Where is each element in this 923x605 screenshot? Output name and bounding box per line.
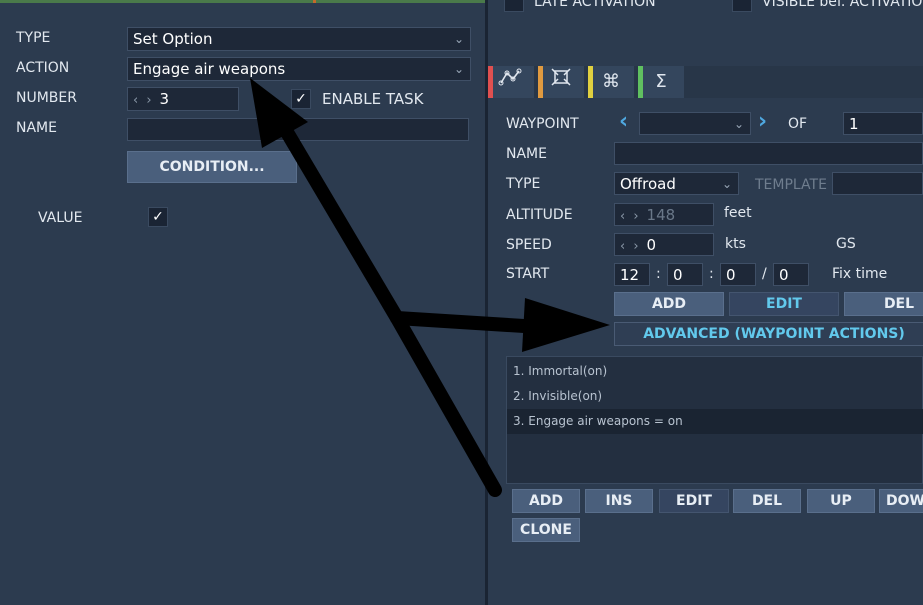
speed-label: SPEED: [506, 237, 552, 253]
wp-type-value: Offroad: [620, 175, 676, 193]
action-value: Engage air weapons: [133, 60, 286, 78]
wp-add-button[interactable]: ADD: [614, 292, 724, 316]
action-up-button[interactable]: UP: [807, 489, 875, 513]
wp-name-input[interactable]: [614, 142, 923, 165]
action-label: ACTION: [16, 60, 70, 76]
top-strip: [0, 0, 485, 3]
spin-arrows-icon[interactable]: ‹ ›: [620, 209, 641, 224]
template-input[interactable]: [832, 172, 923, 195]
list-item[interactable]: 1. Immortal(on): [507, 359, 923, 384]
condition-button[interactable]: CONDITION...: [127, 151, 297, 183]
type-label: TYPE: [16, 30, 51, 46]
start-label: START: [506, 266, 550, 282]
spin-arrows-icon[interactable]: ‹ ›: [133, 93, 154, 108]
name-label: NAME: [16, 120, 57, 136]
wp-edit-button[interactable]: EDIT: [729, 292, 839, 316]
gs-label: GS: [836, 236, 856, 252]
list-item[interactable]: 3. Engage air weapons = on: [507, 409, 923, 434]
wp-type-label: TYPE: [506, 176, 541, 192]
tab-route[interactable]: [488, 66, 534, 98]
chevron-down-icon: ⌄: [733, 117, 744, 131]
day-separator: /: [762, 266, 767, 282]
altitude-stepper[interactable]: ‹ › 148: [614, 203, 714, 226]
tab-triggers[interactable]: ⌘: [588, 66, 634, 98]
start-hours-input[interactable]: 12: [614, 263, 650, 286]
waypoint-count-field[interactable]: 1: [843, 112, 923, 135]
speed-value: 0: [646, 236, 657, 254]
waypoint-actions-list[interactable]: 1. Immortal(on) 2. Invisible(on) 3. Enga…: [506, 356, 923, 484]
altitude-label: ALTITUDE: [506, 207, 573, 223]
target-icon: [550, 68, 572, 92]
start-day-input[interactable]: 0: [773, 263, 809, 286]
sigma-icon: Σ: [655, 71, 667, 92]
start-minutes-input[interactable]: 0: [667, 263, 703, 286]
tab-color-bar: [638, 66, 643, 98]
top-strip-marker: [313, 0, 316, 3]
wp-del-button[interactable]: DEL: [844, 292, 923, 316]
tab-color-bar: [588, 66, 593, 98]
checkmark-icon: ✓: [152, 209, 164, 225]
value-label: VALUE: [38, 210, 83, 226]
fix-time-label: Fix time: [832, 266, 888, 282]
wp-name-label: NAME: [506, 146, 547, 162]
action-ins-button[interactable]: INS: [585, 489, 653, 513]
late-activation-checkbox[interactable]: [504, 0, 524, 12]
task-properties-panel: TYPE Set Option ⌄ ACTION Engage air weap…: [0, 0, 485, 605]
action-add-button[interactable]: ADD: [512, 489, 580, 513]
advanced-waypoint-actions-button[interactable]: ADVANCED (WAYPOINT ACTIONS): [614, 322, 923, 346]
chevron-left-icon[interactable]: ‹: [619, 109, 628, 134]
altitude-unit: feet: [724, 205, 752, 221]
time-separator: :: [709, 266, 714, 282]
altitude-value: 148: [646, 206, 676, 224]
wp-type-dropdown[interactable]: Offroad ⌄: [614, 172, 739, 195]
waypoint-dropdown[interactable]: ⌄: [639, 112, 751, 135]
checkmark-icon: ✓: [295, 91, 307, 107]
value-checkbox[interactable]: ✓: [148, 207, 168, 227]
action-down-button[interactable]: DOWN: [879, 489, 923, 513]
type-dropdown[interactable]: Set Option ⌄: [127, 27, 471, 51]
visible-activation-label: VISIBLE bef. ACTIVATION: [762, 0, 923, 10]
tab-color-bar: [538, 66, 543, 98]
template-label: TEMPLATE: [755, 177, 827, 193]
visible-activation-checkbox[interactable]: [732, 0, 752, 12]
speed-unit: kts: [725, 236, 746, 252]
time-separator: :: [656, 266, 661, 282]
enable-task-checkbox[interactable]: ✓: [291, 89, 311, 109]
chevron-down-icon: ⌄: [453, 32, 464, 46]
list-item[interactable]: 2. Invisible(on): [507, 384, 923, 409]
chevron-down-icon: ⌄: [721, 177, 732, 191]
action-edit-button[interactable]: EDIT: [659, 489, 729, 513]
command-icon: ⌘: [602, 71, 620, 92]
route-icon: [498, 68, 524, 91]
enable-task-label: ENABLE TASK: [322, 90, 424, 108]
number-label: NUMBER: [16, 90, 77, 106]
name-input[interactable]: [127, 118, 469, 141]
action-clone-button[interactable]: CLONE: [512, 518, 580, 542]
chevron-right-icon[interactable]: ›: [758, 109, 767, 134]
group-route-panel: LATE ACTIVATION VISIBLE bef. ACTIVATION …: [488, 0, 923, 605]
chevron-down-icon: ⌄: [453, 62, 464, 76]
type-value: Set Option: [133, 30, 213, 48]
waypoint-label: WAYPOINT: [506, 116, 579, 132]
late-activation-label: LATE ACTIVATION: [534, 0, 656, 10]
speed-stepper[interactable]: ‹ › 0: [614, 233, 714, 256]
tab-color-bar: [488, 66, 493, 98]
start-seconds-input[interactable]: 0: [720, 263, 756, 286]
of-label: OF: [788, 116, 808, 132]
action-del-button[interactable]: DEL: [733, 489, 801, 513]
tab-targets[interactable]: [538, 66, 584, 98]
number-stepper[interactable]: ‹ › 3: [127, 87, 239, 111]
number-value: 3: [159, 90, 170, 108]
action-dropdown[interactable]: Engage air weapons ⌄: [127, 57, 471, 81]
tab-summary[interactable]: Σ: [638, 66, 684, 98]
tab-bar: ⌘ Σ: [488, 66, 923, 98]
spin-arrows-icon[interactable]: ‹ ›: [620, 239, 641, 254]
